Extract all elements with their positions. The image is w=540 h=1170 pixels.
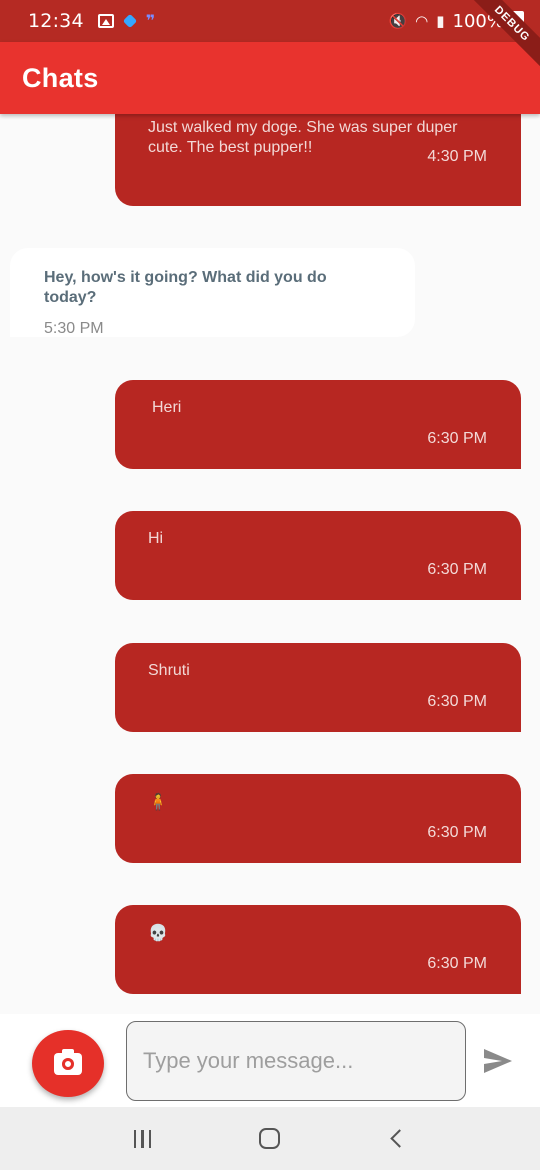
notification-dot-icon	[122, 13, 137, 29]
status-icons-left: ❞	[97, 11, 156, 30]
message-time: 6:30 PM	[427, 430, 487, 447]
message-bubble-sent: Just walked my doge. She was super duper…	[115, 114, 521, 206]
message-text: Shruti	[148, 662, 190, 679]
message-time: 6:30 PM	[427, 824, 487, 841]
status-bar: 12:34 ❞ 🔇 ◠ ▮ 100%	[0, 0, 540, 42]
send-icon	[484, 1049, 512, 1073]
message-time: 5:30 PM	[44, 320, 104, 337]
recents-icon	[133, 1129, 137, 1148]
composer-bar	[0, 1014, 540, 1107]
message-time: 6:30 PM	[427, 693, 487, 710]
message-time: 4:30 PM	[427, 148, 487, 165]
message-bubble-sent: Heri 6:30 PM	[115, 380, 521, 469]
status-time: 12:34	[28, 10, 84, 32]
message-text: Hi	[148, 530, 164, 547]
message-time: 6:30 PM	[427, 955, 487, 972]
message-bubble-sent: 🧍 6:30 PM	[115, 774, 521, 863]
message-text: 🧍	[148, 792, 168, 811]
chat-list[interactable]: Just walked my doge. She was super duper…	[0, 114, 540, 1014]
message-text: 💀	[148, 923, 168, 942]
page-title: Chats	[22, 62, 99, 93]
back-button[interactable]	[390, 1129, 409, 1148]
message-bubble-sent: Shruti 6:30 PM	[115, 643, 521, 732]
message-time: 6:30 PM	[427, 561, 487, 578]
home-button[interactable]	[258, 1128, 280, 1149]
message-bubble-sent: Hi 6:30 PM	[115, 511, 521, 600]
app-bar: Chats	[0, 42, 540, 114]
message-input[interactable]	[126, 1021, 466, 1101]
quote-icon: ❞	[145, 11, 156, 30]
recents-button[interactable]	[133, 1129, 152, 1148]
wifi-icon: ◠	[415, 12, 429, 30]
send-button[interactable]	[478, 1042, 518, 1080]
message-bubble-received: Hey, how's it going? What did you do tod…	[10, 248, 415, 337]
camera-icon	[54, 1048, 82, 1075]
message-bubble-sent: 💀 6:30 PM	[115, 905, 521, 994]
system-nav-bar	[0, 1107, 540, 1170]
mute-icon: 🔇	[388, 12, 408, 30]
message-text: Hey, how's it going? What did you do tod…	[44, 269, 327, 306]
camera-button[interactable]	[32, 1030, 104, 1097]
image-icon	[97, 14, 114, 28]
signal-icon: ▮	[436, 12, 445, 30]
message-text: Heri	[152, 399, 182, 416]
